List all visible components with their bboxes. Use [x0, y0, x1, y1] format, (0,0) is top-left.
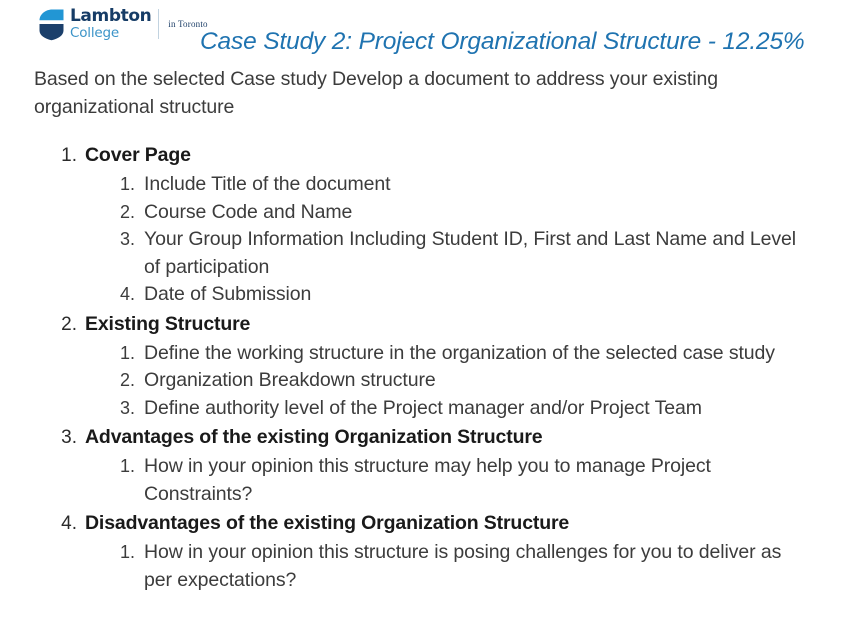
outline-item-number: 1.: [61, 145, 77, 166]
outline-subitem-number: 1.: [119, 174, 135, 194]
outline-subitem-text: Course Code and Name: [144, 200, 353, 223]
outline-list: 1. Cover Page 1. Include Title of the docum…: [0, 140, 863, 594]
outline-item: 3. Advantages of the existing Organizatio…: [0, 422, 863, 508]
outline-subitem: 4. Date of Submission: [0, 281, 863, 309]
outline-item-label: Advantages of the existing Organization …: [85, 426, 543, 448]
outline-subitem-text: Include Title of the document: [144, 173, 391, 195]
outline-subitem-text: Define authority level of the Project ma…: [144, 396, 702, 419]
outline-subitem: 1. How in your opinion this structure may…: [0, 453, 863, 508]
logo-divider: [158, 9, 160, 39]
outline-sublist: 1. How in your opinion this structure may…: [0, 453, 863, 508]
outline-item: 4. Disadvantages of the existing Organiza…: [0, 508, 863, 594]
outline-subitem-number: 4.: [119, 284, 135, 304]
outline-subitem-text: Define the working structure in the orga…: [144, 341, 775, 364]
outline-subitem-text: Your Group Information Including Student…: [144, 228, 797, 278]
logo-wordmark-primary: Lambton: [70, 5, 152, 26]
outline-subitem: 2. Course Code and Name: [0, 199, 863, 227]
slide-header: Lambton College in Toronto Case Study 2:…: [0, 0, 863, 62]
outline-subitem: 1. How in your opinion this structure is …: [0, 539, 863, 594]
outline-subitem-text: Organization Breakdown structure: [144, 369, 436, 391]
outline-subitem-number: 1.: [119, 456, 135, 476]
outline-sublist: 1. How in your opinion this structure is …: [0, 539, 863, 594]
outline-item-number: 2.: [61, 313, 77, 335]
lambton-college-logo: Lambton College in Toronto: [38, 6, 208, 42]
outline-item: 1. Cover Page 1. Include Title of the docum…: [0, 140, 863, 309]
outline-subitem-number: 3.: [119, 397, 135, 418]
outline-item-label: Existing Structure: [85, 312, 251, 335]
outline-item-number: 4.: [61, 513, 77, 534]
outline-item-heading: 1. Cover Page: [0, 140, 863, 171]
logo-wordmark: Lambton College: [70, 5, 152, 41]
outline-sublist: 1. Define the working structure in the or…: [0, 340, 863, 423]
outline-item-heading: 2. Existing Structure: [0, 309, 863, 340]
intro-paragraph: Based on the selected Case study Develop…: [34, 68, 718, 118]
outline-item-number: 3.: [61, 427, 77, 448]
outline-sublist: 1. Include Title of the document 2. Course …: [0, 171, 863, 309]
outline-item-heading: 3. Advantages of the existing Organizatio…: [0, 422, 863, 453]
outline-subitem: 3. Define authority level of the Project …: [0, 395, 863, 423]
outline-subitem-number: 2.: [119, 201, 135, 222]
outline-subitem-number: 1.: [119, 342, 135, 363]
logo-wordmark-secondary: College: [70, 24, 119, 41]
lambton-shield-logo-icon: [38, 8, 65, 41]
outline-item-heading: 4. Disadvantages of the existing Organiza…: [0, 508, 863, 539]
outline-item-label: Disadvantages of the existing Organizati…: [85, 512, 570, 534]
outline-item-label: Cover Page: [85, 144, 191, 166]
outline-subitem-text: Date of Submission: [144, 283, 312, 305]
outline-subitem: 1. Define the working structure in the or…: [0, 340, 863, 368]
page-title: Case Study 2: Project Organizational Str…: [200, 28, 805, 55]
outline-subitem-text: How in your opinion this structure may h…: [144, 455, 711, 505]
outline-item: 2. Existing Structure 1. Define the working…: [0, 309, 863, 423]
outline-subitem-number: 3.: [119, 229, 135, 249]
outline-subitem-text: How in your opinion this structure is po…: [144, 541, 782, 591]
outline-subitem: 2. Organization Breakdown structure: [0, 367, 863, 395]
outline-subitem-number: 2.: [119, 370, 135, 390]
outline-subitem: 3. Your Group Information Including Stude…: [0, 226, 863, 281]
outline-subitem-number: 1.: [119, 542, 135, 562]
outline-subitem: 1. Include Title of the document: [0, 171, 863, 199]
